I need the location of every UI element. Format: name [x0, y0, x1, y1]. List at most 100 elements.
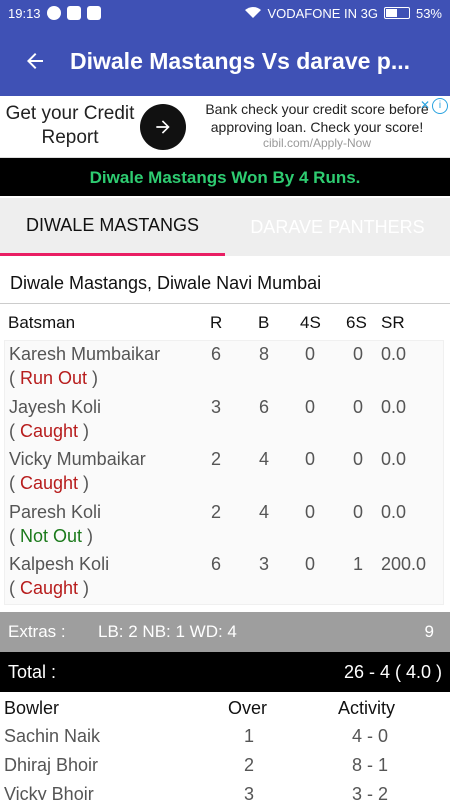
dismissal-type: Run Out [20, 368, 88, 388]
strike-rate: 200.0 [381, 554, 427, 574]
balls: 4 [259, 449, 270, 469]
dismissal: ( Caught ) [9, 578, 90, 598]
batsman-name: Paresh Koli [9, 501, 102, 522]
header-strike-rate: SR [381, 313, 405, 332]
strike-rate: 0.0 [381, 344, 407, 364]
bowler-activity: 4 - 0 [352, 726, 389, 746]
runs: 2 [211, 449, 222, 469]
bowler-name: Vicky Bhoir [4, 784, 94, 800]
header-fours: 4S [300, 313, 321, 332]
page-title: Diwale Mastangs Vs darave p... [70, 47, 411, 74]
table-row: Karesh Mumbaikar 6 8 0 0 0.0 ( Run Out ) [5, 341, 443, 394]
arrow-back-icon [27, 53, 43, 69]
battery-icon [383, 7, 410, 19]
header-bowler: Bowler [4, 698, 60, 718]
dismissal-type: Caught [20, 420, 79, 441]
table-row: Jayesh Koli 3 6 0 0 0.0 ( Caught ) [5, 394, 443, 447]
ad-close-icon[interactable]: ✕ [420, 98, 430, 112]
notification-app-icon [66, 6, 81, 20]
ad-banner[interactable]: Get your Credit Report Bank check your c… [0, 96, 450, 158]
batting-header: Batsman R B 4S 6S SR [0, 313, 450, 339]
header-activity: Activity [338, 698, 396, 718]
wifi-icon [245, 7, 262, 18]
ad-url: cibil.com/Apply-Now [262, 136, 372, 150]
strike-rate: 0.0 [381, 396, 407, 417]
bowler-activity: 3 - 2 [352, 784, 389, 800]
sixes: 0 [353, 501, 364, 522]
ad-description: Bank check your credit score before appr… [205, 101, 429, 135]
tab-diwale-mastangs[interactable]: DIWALE MASTANGS [0, 198, 225, 256]
android-icon [86, 6, 101, 20]
header-over: Over [228, 698, 268, 718]
bowler-overs: 3 [244, 784, 255, 800]
ad-left-text[interactable]: Get your Credit Report [0, 96, 140, 158]
back-button[interactable] [0, 26, 70, 96]
dismissal: ( Caught ) [9, 420, 90, 441]
table-row: Paresh Koli 2 4 0 0 0.0 ( Not Out ) [5, 499, 443, 552]
table-row: Kalpesh Koli 6 3 0 1 200.0 ( Caught ) [5, 551, 443, 604]
whatsapp-icon [46, 6, 61, 20]
runs: 6 [211, 554, 222, 574]
match-result: Diwale Mastangs Won By 4 Runs. [0, 158, 450, 196]
extras-value: 9 [424, 622, 434, 641]
bowler-overs: 1 [244, 726, 255, 746]
table-row: Vicky Bhoir 3 3 - 2 [0, 784, 450, 800]
batsman-name: Karesh Mumbaikar [9, 344, 161, 364]
dismissal-type: Caught [20, 578, 79, 598]
extras-detail: LB: 2 NB: 1 WD: 4 [98, 622, 237, 641]
bowling-header: Bowler Over Activity [0, 698, 450, 724]
balls: 4 [259, 501, 270, 522]
dismissal: ( Run Out ) [9, 368, 99, 388]
ad-choices-icon[interactable]: i [432, 98, 448, 114]
batting-table: Karesh Mumbaikar 6 8 0 0 0.0 ( Run Out )… [4, 340, 444, 605]
team-tabs: DIWALE MASTANGS DARAVE PANTHERS [0, 198, 450, 256]
balls: 6 [259, 396, 270, 417]
sixes: 0 [353, 396, 364, 417]
team-heading: Diwale Mastangs, Diwale Navi Mumbai [0, 262, 450, 304]
total-value: 26 - 4 ( 4.0 ) [343, 662, 442, 682]
bowler-name: Sachin Naik [4, 726, 101, 746]
sixes: 0 [353, 344, 364, 364]
sixes: 1 [353, 554, 364, 574]
runs: 6 [211, 344, 222, 364]
table-row: Vicky Mumbaikar 2 4 0 0 0.0 ( Caught ) [5, 446, 443, 499]
table-row: Sachin Naik 1 4 - 0 [0, 726, 450, 755]
dismissal-type: Caught [20, 473, 79, 493]
table-row: Dhiraj Bhoir 2 8 - 1 [0, 755, 450, 784]
runs: 3 [211, 396, 222, 417]
extras-bar: Extras : LB: 2 NB: 1 WD: 4 9 [0, 612, 450, 652]
total-bar: Total : 26 - 4 ( 4.0 ) [0, 652, 450, 692]
sixes: 0 [353, 449, 364, 469]
strike-rate: 0.0 [381, 501, 407, 522]
header-sixes: 6S [346, 313, 367, 332]
balls: 3 [259, 554, 270, 574]
dismissal: ( Caught ) [9, 473, 90, 493]
dismissal: ( Not Out ) [9, 525, 94, 546]
header-batsman: Batsman [8, 313, 76, 332]
ad-arrow-button[interactable] [140, 104, 186, 150]
status-battery: 53% [415, 5, 442, 21]
batsman-name: Jayesh Koli [9, 396, 102, 417]
status-time: 19:13 [8, 5, 41, 21]
fours: 0 [305, 344, 316, 364]
fours: 0 [305, 554, 316, 574]
batsman-name: Kalpesh Koli [9, 554, 110, 574]
balls: 8 [259, 344, 270, 364]
extras-label: Extras : [8, 622, 66, 641]
header-balls: B [258, 313, 270, 332]
strike-rate: 0.0 [381, 449, 407, 469]
runs: 2 [211, 501, 222, 522]
fours: 0 [305, 501, 316, 522]
status-carrier: VODAFONE IN 3G [267, 5, 378, 21]
tab-darave-panthers[interactable]: DARAVE PANTHERS [225, 198, 450, 256]
app-bar: Diwale Mastangs Vs darave p... [0, 26, 450, 96]
bowler-name: Dhiraj Bhoir [4, 755, 99, 775]
total-label: Total : [8, 662, 57, 682]
header-runs: R [210, 313, 223, 332]
arrow-right-icon [156, 120, 170, 134]
fours: 0 [305, 449, 316, 469]
ad-right-text[interactable]: Bank check your credit score before appr… [192, 100, 442, 150]
dismissal-type: Not Out [20, 525, 83, 546]
bowler-activity: 8 - 1 [352, 755, 389, 775]
fours: 0 [305, 396, 316, 417]
